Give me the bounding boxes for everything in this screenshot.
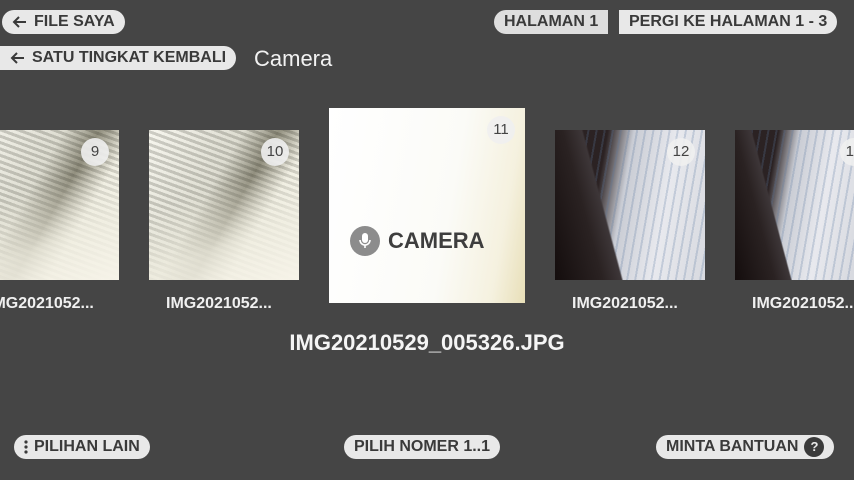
page-indicator: HALAMAN 1 xyxy=(494,10,609,34)
thumb-caption: IMG2021052... xyxy=(752,295,854,312)
gallery-thumb-13[interactable]: 13 xyxy=(735,130,854,280)
vertical-dots-icon xyxy=(24,440,28,454)
microphone-icon xyxy=(350,226,380,256)
page-indicator-label: HALAMAN 1 xyxy=(504,13,599,30)
selected-file-name: IMG20210529_005326.JPG xyxy=(289,330,565,355)
thumb-number: 12 xyxy=(667,138,695,166)
thumb-caption: IMG2021052... xyxy=(572,295,678,312)
gallery-thumb-10[interactable]: 10 xyxy=(149,130,299,280)
my-files-label: FILE SAYA xyxy=(34,13,115,30)
pick-number-label: PILIH NOMER 1..1 xyxy=(354,438,491,455)
thumb-number: 9 xyxy=(81,138,109,166)
gallery-thumb-12[interactable]: 12 xyxy=(555,130,705,280)
arrow-left-icon xyxy=(12,16,26,28)
go-to-page-button[interactable]: PERGI KE HALAMAN 1 - 3 xyxy=(619,10,838,34)
go-up-label: SATU TINGKAT KEMBALI xyxy=(32,49,227,66)
go-to-page-label: PERGI KE HALAMAN 1 - 3 xyxy=(629,13,828,30)
my-files-button[interactable]: FILE SAYA xyxy=(2,10,125,34)
arrow-left-icon xyxy=(10,52,24,64)
gallery-thumb-9[interactable]: 9 xyxy=(0,130,119,280)
thumb-number: 11 xyxy=(487,116,515,144)
ask-help-label: MINTA BANTUAN xyxy=(666,438,799,455)
camera-voice-overlay[interactable]: CAMERA xyxy=(350,226,485,256)
ask-help-button[interactable]: MINTA BANTUAN ? xyxy=(656,435,835,459)
question-icon: ? xyxy=(804,437,825,457)
thumb-caption: IMG2021052... xyxy=(166,295,272,312)
pick-number-button[interactable]: PILIH NOMER 1..1 xyxy=(344,435,501,459)
folder-title: Camera xyxy=(254,46,333,71)
camera-overlay-label: CAMERA xyxy=(388,228,485,253)
more-options-button[interactable]: PILIHAN LAIN xyxy=(14,435,150,459)
thumb-number: 13 xyxy=(840,138,854,166)
more-options-label: PILIHAN LAIN xyxy=(34,438,140,455)
gallery-thumb-11-selected[interactable]: 11 xyxy=(329,108,525,303)
thumb-number: 10 xyxy=(261,138,289,166)
go-up-one-level-button[interactable]: SATU TINGKAT KEMBALI xyxy=(0,46,237,70)
thumb-caption: IMG2021052... xyxy=(0,295,94,312)
